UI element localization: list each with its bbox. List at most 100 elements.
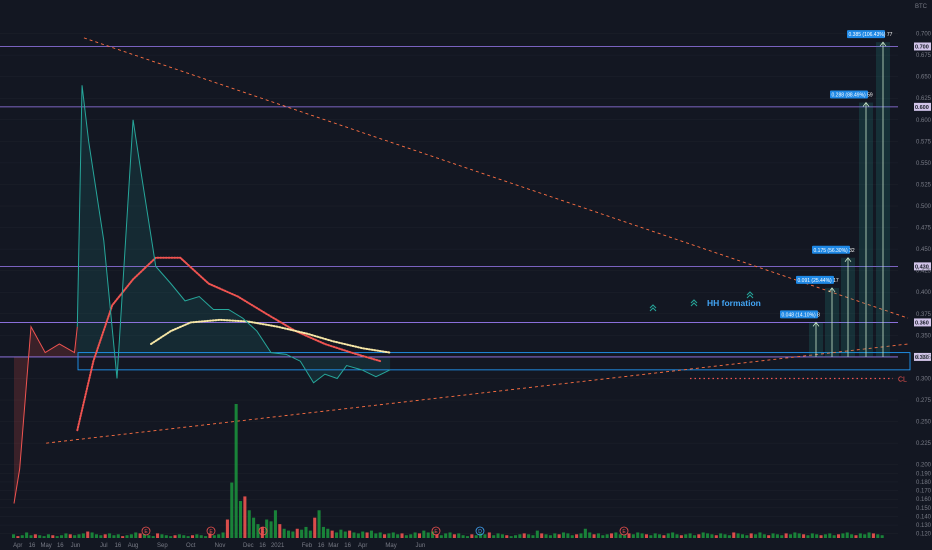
- volume-bar: [858, 533, 862, 538]
- price-tick-label: 0.350: [916, 333, 932, 339]
- volume-bar: [688, 533, 692, 538]
- volume-bar: [492, 535, 496, 538]
- target-label-text: 0.091 (25.44%) 17: [798, 278, 839, 284]
- volume-bar: [780, 535, 784, 538]
- price-tick-label: 0.500: [916, 204, 932, 210]
- close-line-label: CL: [898, 376, 907, 383]
- volume-bar: [444, 533, 448, 538]
- volume-bar: [762, 534, 766, 538]
- level-label-text: 0.600: [915, 105, 929, 111]
- volume-bar: [666, 533, 670, 538]
- volume-bar: [631, 534, 635, 538]
- price-tick-label: 0.120: [916, 532, 932, 538]
- volume-bar: [252, 517, 256, 538]
- volume-bar: [134, 532, 138, 538]
- volume-bar: [33, 534, 37, 538]
- volume-bar: [116, 534, 120, 538]
- volume-bar: [217, 534, 221, 538]
- volume-bar: [841, 533, 845, 538]
- volume-bar: [618, 534, 622, 538]
- volume-bar: [273, 510, 277, 538]
- volume-bar: [391, 532, 395, 538]
- volume-bar: [775, 534, 779, 538]
- volume-bar: [679, 535, 683, 538]
- volume-bar: [343, 531, 347, 538]
- volume-bar: [317, 510, 321, 538]
- volume-bar: [793, 532, 797, 538]
- volume-bar: [156, 533, 160, 538]
- volume-bar: [426, 532, 430, 538]
- volume-bar: [404, 535, 408, 538]
- price-tick-label: 0.550: [916, 161, 932, 167]
- volume-bar: [758, 532, 762, 538]
- volume-bar: [518, 534, 522, 538]
- volume-bar: [422, 530, 426, 538]
- volume-bar: [815, 534, 819, 538]
- volume-bar: [387, 533, 391, 538]
- volume-bar: [553, 533, 557, 538]
- volume-bar: [675, 534, 679, 538]
- volume-bar: [169, 536, 173, 538]
- event-marker-label: D: [478, 529, 482, 535]
- volume-bar: [610, 533, 614, 538]
- volume-bar: [286, 530, 291, 538]
- volume-bar: [819, 535, 823, 538]
- volume-bar: [321, 526, 325, 538]
- volume-bar: [496, 533, 500, 538]
- price-tick-label: 0.150: [916, 506, 932, 512]
- volume-bar: [461, 535, 465, 538]
- volume-bar: [684, 534, 688, 538]
- volume-bar: [754, 534, 758, 538]
- volume-bar: [46, 534, 50, 538]
- volume-bar: [548, 535, 552, 538]
- volume-bar: [727, 535, 731, 538]
- time-tick-label: 16: [29, 543, 36, 549]
- price-tick-label: 0.130: [916, 523, 932, 529]
- price-tick-label: 0.600: [916, 118, 932, 124]
- volume-bar: [16, 536, 20, 538]
- volume-bar: [64, 533, 68, 538]
- volume-bar: [566, 533, 570, 538]
- volume-bar: [448, 532, 452, 538]
- volume-bar: [487, 532, 491, 538]
- volume-bar: [68, 534, 72, 538]
- volume-bar: [701, 532, 705, 538]
- price-tick-label: 0.200: [916, 463, 932, 469]
- volume-bar: [806, 535, 810, 538]
- price-tick-label: 0.180: [916, 480, 932, 486]
- target-label-text: 0.288 (88.49%) 59: [832, 93, 873, 99]
- volume-bar: [177, 534, 181, 538]
- volume-bar: [736, 533, 740, 538]
- volume-bar: [190, 535, 195, 538]
- volume-bar: [112, 535, 116, 538]
- volume-bar: [513, 535, 518, 538]
- volume-bar: [845, 532, 849, 538]
- volume-bar: [658, 534, 662, 538]
- time-tick-label: Feb: [302, 543, 313, 549]
- volume-bar: [880, 535, 884, 538]
- time-tick-label: 16: [57, 543, 64, 549]
- volume-bar: [788, 534, 793, 538]
- volume-bar: [73, 535, 77, 538]
- volume-bar: [697, 534, 701, 538]
- volume-bar: [94, 534, 98, 538]
- time-tick-label: Jul: [100, 543, 108, 549]
- volume-bar: [313, 517, 317, 538]
- volume-bar: [278, 524, 282, 538]
- volume-bar: [348, 530, 352, 538]
- volume-bar: [138, 533, 142, 538]
- volume-bar: [300, 529, 304, 538]
- price-chart[interactable]: 0.7000.6000.4300.3600.330 CL 0.385 (106.…: [0, 0, 932, 550]
- time-tick-label: Apr: [358, 543, 367, 549]
- price-tick-label: 0.625: [916, 96, 932, 102]
- price-tick-label: 0.325: [916, 355, 932, 361]
- volume-bar: [592, 534, 596, 538]
- volume-bar: [867, 532, 871, 538]
- volume-bar: [247, 510, 251, 538]
- price-tick-label: 0.675: [916, 53, 932, 59]
- volume-bar: [732, 532, 736, 538]
- target-label-text: 0.048 (14.10%) 8: [782, 312, 821, 318]
- volume-bar: [42, 536, 46, 538]
- volume-bar: [121, 536, 125, 538]
- time-axis[interactable]: Apr 16 May 16 Jun Jul 16 Aug Sep Oct Nov Dec 16 2021 F…: [13, 543, 425, 549]
